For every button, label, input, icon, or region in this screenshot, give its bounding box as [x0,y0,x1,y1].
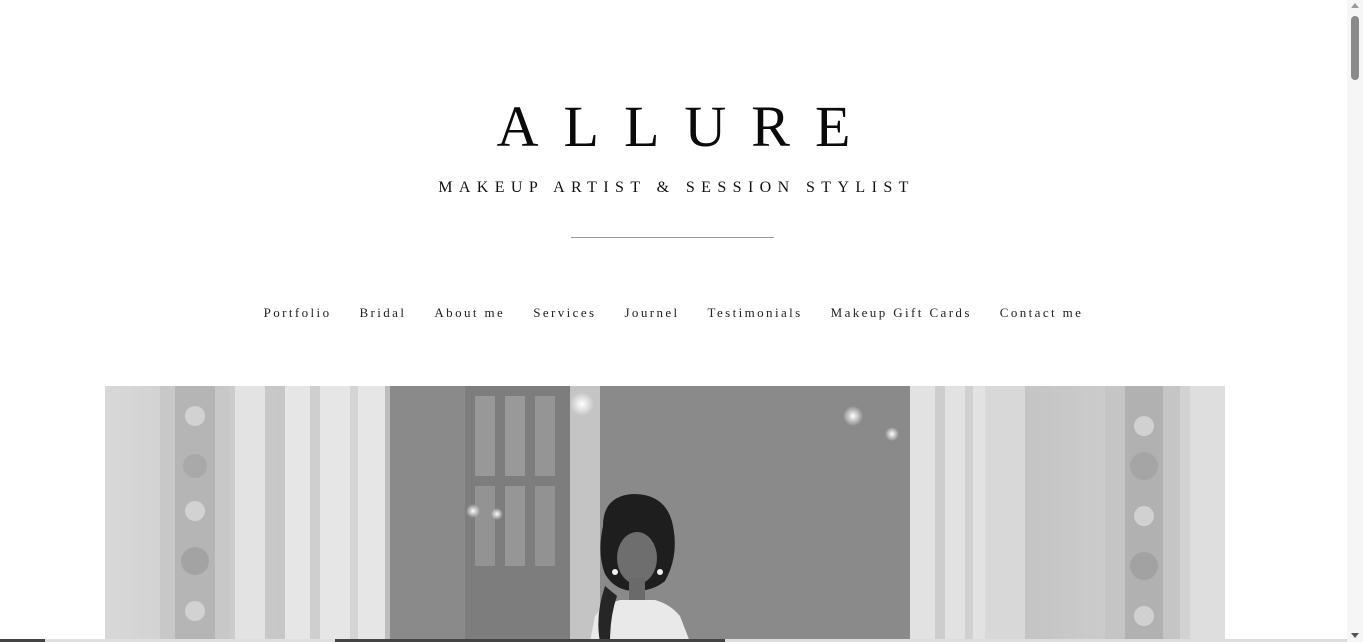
site-title[interactable]: ALLURE [0,92,1347,162]
scrollbar-thumb[interactable] [1351,16,1359,80]
scroll-up-arrow-icon[interactable] [1351,3,1359,8]
nav-item-contact-me[interactable]: Contact me [1000,304,1084,322]
hero-photo-bride [105,386,1225,642]
nav-item-services[interactable]: Services [533,304,596,322]
main-nav: Portfolio Bridal About me Services Journ… [0,304,1347,322]
site-tagline: MAKEUP ARTIST & SESSION STYLIST [438,179,915,196]
nav-item-makeup-gift-cards[interactable]: Makeup Gift Cards [831,304,972,322]
vertical-scrollbar[interactable] [1347,0,1363,642]
page: ALLURE MAKEUP ARTIST & SESSION STYLIST P… [0,0,1363,642]
nav-item-journel[interactable]: Journel [624,304,679,322]
nav-item-testimonials[interactable]: Testimonials [708,304,803,322]
hero-image [105,386,1225,642]
nav-item-portfolio[interactable]: Portfolio [264,304,332,322]
nav-item-bridal[interactable]: Bridal [359,304,406,322]
nav-item-about-me[interactable]: About me [434,304,505,322]
header-divider [571,237,774,238]
scroll-down-arrow-icon[interactable] [1351,633,1359,638]
